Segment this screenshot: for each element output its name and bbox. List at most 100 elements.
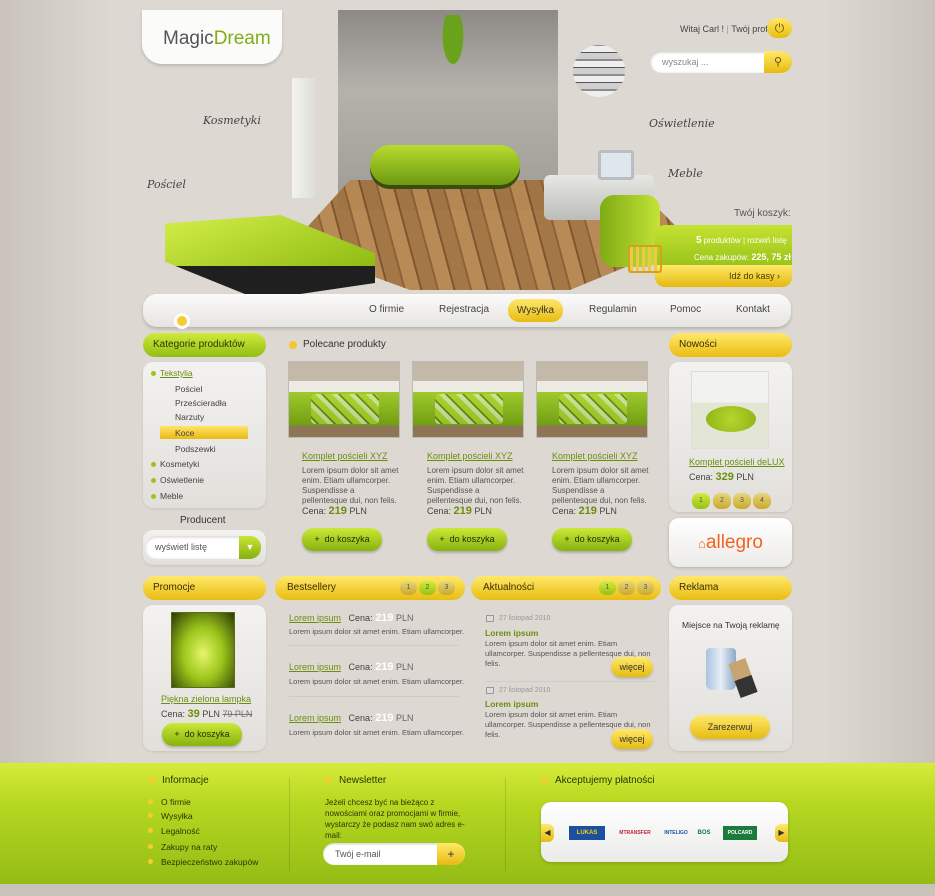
category-tekstylia[interactable]: Tekstylia (160, 368, 193, 378)
subcategory-narzuty[interactable]: Narzuty (175, 412, 204, 422)
price-value: 219 (375, 661, 394, 673)
news-page-3[interactable]: 3 (733, 493, 751, 509)
allegro-banner[interactable]: ⌂allegro (669, 518, 792, 567)
newsletter-email-placeholder: Twój e-mail (335, 849, 381, 859)
news-page-4[interactable]: 4 (753, 493, 771, 509)
news-date: 27 listopad 2010 (499, 615, 551, 622)
actualities-page-1[interactable]: 1 (599, 581, 616, 595)
news-product-name[interactable]: Komplet pościeli deLUX (689, 457, 785, 467)
bestseller-name[interactable]: Lorem ipsum (289, 662, 341, 672)
bullet-icon (148, 859, 153, 864)
reserve-button[interactable]: Zarezerwuj (690, 715, 770, 739)
product-desc: Lorem ipsum dolor sit amet enim. Etiam u… (302, 466, 399, 505)
actualities-title: Aktualności (483, 582, 535, 593)
hero-label-meble[interactable]: Meble (668, 167, 703, 180)
bestsellers-page-3[interactable]: 3 (438, 581, 455, 595)
product-image[interactable] (536, 361, 648, 438)
footer-link[interactable]: Zakupy na raty (161, 842, 217, 852)
price-currency: PLN (474, 506, 492, 516)
category-oswietlenie[interactable]: Oświetlenie (160, 475, 204, 485)
actualities-page-3[interactable]: 3 (637, 581, 654, 595)
logo[interactable]: MagicDream (142, 10, 282, 64)
read-more-button[interactable]: więcej (611, 657, 653, 677)
ads-text: Miejsce na Twoją reklamę (682, 620, 780, 630)
news-title[interactable]: Lorem ipsum (485, 699, 538, 709)
price-currency: PLN (202, 709, 220, 719)
product-image[interactable] (412, 361, 524, 438)
payment-logo-mtransfer: MTRANSFER (619, 830, 651, 836)
power-icon[interactable]: ⏻ (767, 18, 792, 38)
search-icon[interactable]: ⚲ (764, 51, 792, 73)
bestsellers-page-2[interactable]: 2 (419, 581, 436, 595)
nav-wysylka[interactable]: Wysyłka (508, 299, 563, 322)
add-to-cart-button[interactable]: + do koszyka (162, 723, 242, 746)
profile-link[interactable]: Twój profil (731, 24, 772, 34)
newsletter-title: Newsletter (339, 775, 387, 786)
price-label: Cena: (427, 506, 452, 516)
news-page-1[interactable]: 1 (692, 493, 710, 509)
search-input[interactable]: wyszukaj ... ⚲ (650, 51, 792, 73)
bestseller-desc: Lorem ipsum dolor sit amet enim. Etiam u… (289, 627, 465, 636)
subcategory-podszewki[interactable]: Podszewki (175, 444, 216, 454)
footer-link[interactable]: Bezpieczeństwo zakupów (161, 857, 258, 867)
disco-lamp-image (573, 45, 625, 97)
subcategory-koce[interactable]: Koce (175, 428, 194, 438)
section-dot-icon (541, 776, 548, 783)
search-placeholder: wyszukaj ... (662, 57, 709, 67)
bestseller-item: Lorem ipsum Cena: 219 PLN (289, 661, 413, 673)
bestsellers-page-1[interactable]: 1 (400, 581, 417, 595)
add-to-cart-button[interactable]: + do koszyka (427, 528, 507, 551)
nav-kontakt[interactable]: Kontakt (736, 304, 770, 315)
news-product-image[interactable] (691, 371, 769, 449)
subcategory-posciel[interactable]: Pościel (175, 384, 202, 394)
category-meble[interactable]: Meble (160, 491, 183, 501)
bestsellers-header: Bestsellery (275, 576, 465, 600)
ads-header: Reklama (669, 576, 792, 600)
carousel-next-icon[interactable]: ▶ (775, 824, 788, 842)
footer-link[interactable]: Legalność (161, 826, 200, 836)
bullet-icon (148, 799, 153, 804)
nav-rejestracja[interactable]: Rejestracja (439, 304, 489, 315)
add-to-cart-label: do koszyka (574, 534, 620, 544)
producer-select[interactable]: wyświetl listę ▼ (145, 536, 261, 559)
read-more-button[interactable]: więcej (611, 729, 653, 749)
hero-label-oswietlenie[interactable]: Oświetlenie (649, 117, 715, 130)
nav-o-firmie[interactable]: O firmie (369, 304, 404, 315)
news-title[interactable]: Lorem ipsum (485, 628, 538, 638)
product-name[interactable]: Komplet pościeli XYZ (302, 451, 388, 461)
footer-link[interactable]: O firmie (161, 797, 191, 807)
subcategory-przescieradla[interactable]: Prześcieradła (175, 398, 227, 408)
promo-header: Promocje (143, 576, 266, 600)
newsletter-email-input[interactable]: Twój e-mail + (323, 843, 465, 865)
product-desc: Lorem ipsum dolor sit amet enim. Etiam u… (427, 466, 524, 505)
bestseller-desc: Lorem ipsum dolor sit amet enim. Etiam u… (289, 677, 465, 686)
producer-title: Producent (180, 515, 226, 526)
cart-expand-link[interactable]: rozwiń listę (747, 236, 787, 245)
producer-select-value: wyświetl listę (155, 542, 208, 552)
nav-regulamin[interactable]: Regulamin (589, 304, 637, 315)
checkout-button[interactable]: Idź do kasy › (655, 265, 792, 287)
actualities-page-2[interactable]: 2 (618, 581, 635, 595)
bestseller-name[interactable]: Lorem ipsum (289, 613, 341, 623)
news-page-2[interactable]: 2 (713, 493, 731, 509)
carousel-prev-icon[interactable]: ◀ (541, 824, 554, 842)
promo-product-name[interactable]: Piękna zielona lampka (161, 694, 251, 704)
price-currency: PLN (599, 506, 617, 516)
cart-total-label: Cena zakupów: (694, 253, 750, 262)
bullet-icon (148, 813, 153, 818)
newsletter-submit-button[interactable]: + (437, 843, 465, 865)
product-image[interactable] (288, 361, 400, 438)
add-to-cart-button[interactable]: + do koszyka (552, 528, 632, 551)
section-dot-icon (289, 341, 297, 349)
bestseller-name[interactable]: Lorem ipsum (289, 713, 341, 723)
category-kosmetyki[interactable]: Kosmetyki (160, 459, 199, 469)
lamp-image[interactable] (171, 612, 235, 688)
nav-pomoc[interactable]: Pomoc (670, 304, 701, 315)
add-to-cart-button[interactable]: + do koszyka (302, 528, 382, 551)
chevron-down-icon[interactable]: ▼ (239, 536, 261, 559)
hero-label-kosmetyki[interactable]: Kosmetyki (203, 114, 261, 127)
product-name[interactable]: Komplet pościeli XYZ (552, 451, 638, 461)
product-name[interactable]: Komplet pościeli XYZ (427, 451, 513, 461)
hero-label-posciel[interactable]: Pościel (147, 178, 186, 191)
footer-link[interactable]: Wysyłka (161, 811, 193, 821)
